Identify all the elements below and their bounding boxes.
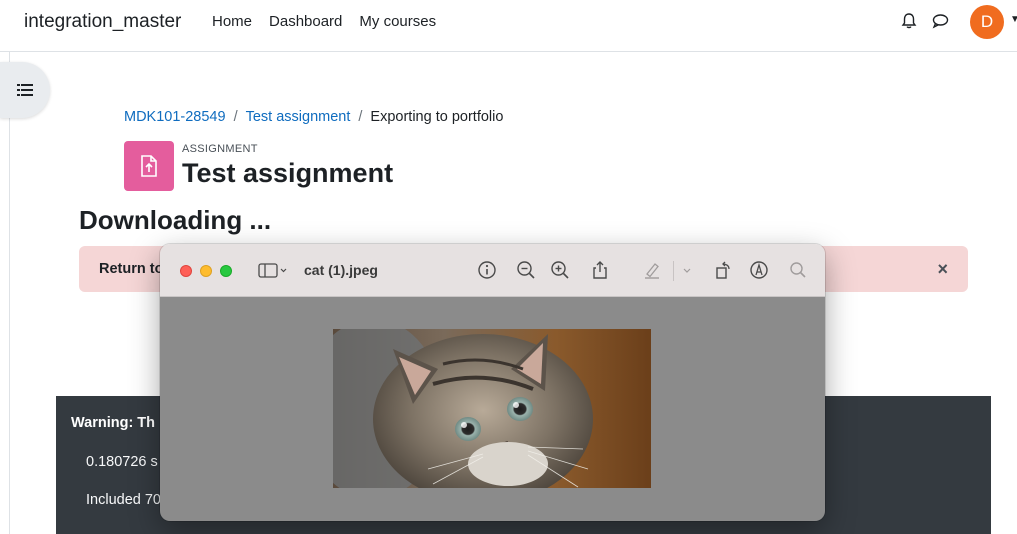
rotate-icon[interactable]: [713, 260, 733, 280]
alert-return-link[interactable]: Return to: [99, 261, 163, 277]
breadcrumb-assignment[interactable]: Test assignment: [246, 109, 351, 125]
search-icon[interactable]: [788, 260, 808, 280]
breadcrumb-current: Exporting to portfolio: [370, 109, 504, 125]
toolbar-divider: [673, 261, 674, 281]
course-index-toggle[interactable]: [0, 62, 50, 118]
navbar: integration_master Home Dashboard My cou…: [0, 0, 1017, 52]
preview-window: cat (1).jpeg: [160, 244, 825, 521]
site-name[interactable]: integration_master: [24, 11, 181, 33]
close-icon[interactable]: ×: [937, 259, 948, 280]
nav-home[interactable]: Home: [212, 13, 252, 30]
breadcrumb-separator: /: [358, 109, 363, 125]
bell-icon[interactable]: [900, 12, 918, 30]
page: integration_master Home Dashboard My cou…: [0, 0, 1017, 534]
share-icon[interactable]: [590, 260, 610, 280]
module-type-label: ASSIGNMENT: [182, 143, 258, 155]
minimize-window-button[interactable]: [200, 265, 212, 277]
footer-perf-time: 0.180726 s: [86, 454, 158, 470]
preview-filename: cat (1).jpeg: [304, 262, 378, 278]
close-window-button[interactable]: [180, 265, 192, 277]
breadcrumb-separator: /: [233, 109, 238, 125]
downloading-heading: Downloading ...: [79, 205, 272, 235]
breadcrumb: MDK101-28549 / Test assignment / Exporti…: [124, 109, 503, 125]
highlight-icon[interactable]: [642, 260, 662, 280]
chevron-down-icon[interactable]: [680, 260, 694, 280]
preview-toolbar: cat (1).jpeg: [160, 244, 825, 297]
chevron-down-icon[interactable]: ▼: [1010, 14, 1017, 25]
zoom-window-button[interactable]: [220, 265, 232, 277]
breadcrumb-course[interactable]: MDK101-28549: [124, 109, 226, 125]
assignment-icon: [124, 141, 174, 191]
list-icon: [17, 84, 33, 96]
footer-warning: Warning: Th: [71, 415, 156, 431]
nav-dashboard[interactable]: Dashboard: [269, 13, 342, 30]
primary-navigation: Home Dashboard My courses: [212, 13, 436, 30]
nav-my-courses[interactable]: My courses: [359, 13, 436, 30]
info-icon[interactable]: [477, 260, 497, 280]
preview-content-area: [160, 297, 825, 521]
chat-icon[interactable]: [931, 12, 949, 30]
zoom-out-icon[interactable]: [516, 260, 536, 280]
user-avatar[interactable]: D: [970, 5, 1004, 39]
sidebar-icon[interactable]: [258, 260, 288, 280]
footer-included-files: Included 70: [86, 492, 161, 508]
markup-icon[interactable]: [749, 260, 769, 280]
cat-photo: [333, 329, 651, 488]
zoom-in-icon[interactable]: [550, 260, 570, 280]
page-title: Test assignment: [182, 158, 394, 188]
